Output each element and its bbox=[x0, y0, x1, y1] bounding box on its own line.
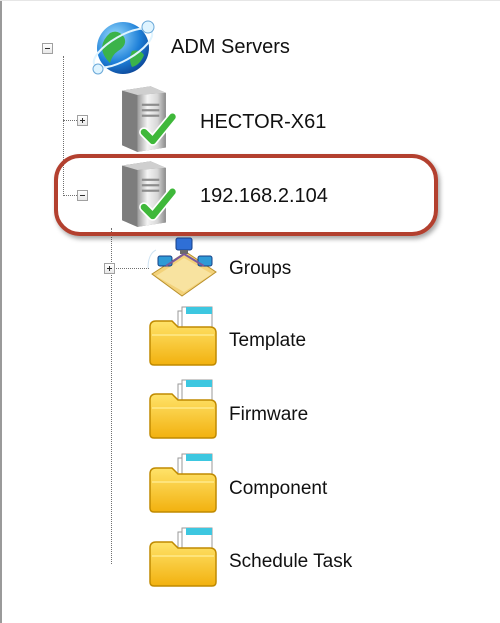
server-tree: ADM Servers HECTOR-X61 192.168.2.104 Gro… bbox=[0, 0, 500, 623]
expand-toggle-groups[interactable] bbox=[104, 263, 115, 274]
server-online-icon bbox=[112, 84, 176, 154]
tree-connector-groups bbox=[111, 268, 149, 269]
server-label-2[interactable]: 192.168.2.104 bbox=[200, 185, 328, 208]
server-online-icon bbox=[112, 159, 176, 229]
child-label-template[interactable]: Template bbox=[229, 330, 306, 352]
server-label-1[interactable]: HECTOR-X61 bbox=[200, 111, 326, 134]
folder-icon bbox=[149, 379, 217, 439]
folder-icon bbox=[149, 527, 217, 587]
groups-folder-icon bbox=[147, 237, 217, 297]
folder-icon bbox=[149, 453, 217, 513]
collapse-toggle-server-2[interactable] bbox=[77, 190, 88, 201]
collapse-toggle-root[interactable] bbox=[42, 43, 53, 54]
child-label-schedule-task[interactable]: Schedule Task bbox=[229, 551, 352, 573]
child-label-firmware[interactable]: Firmware bbox=[229, 404, 308, 426]
globe-network-icon bbox=[92, 20, 155, 75]
root-label[interactable]: ADM Servers bbox=[171, 36, 290, 59]
expand-toggle-server-1[interactable] bbox=[77, 115, 88, 126]
tree-border bbox=[0, 0, 2, 623]
tree-top-border bbox=[0, 0, 500, 1]
child-label-component[interactable]: Component bbox=[229, 478, 327, 500]
tree-connector-children bbox=[111, 228, 112, 564]
folder-icon bbox=[149, 306, 217, 366]
tree-connector-root bbox=[63, 56, 64, 196]
child-label-groups[interactable]: Groups bbox=[229, 258, 291, 280]
